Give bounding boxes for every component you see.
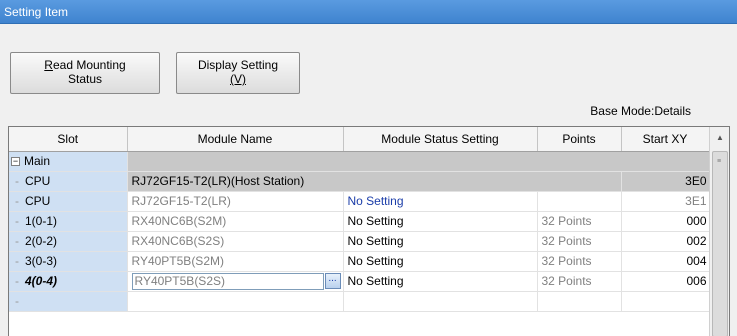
slot-label: 4(0-4) <box>25 274 58 288</box>
empty-cell[interactable] <box>127 291 344 312</box>
slot-cell: - CPU <box>9 171 128 192</box>
points-cell[interactable]: 32 Points <box>537 231 622 252</box>
display-setting-button[interactable]: Display Setting (V) <box>176 52 300 94</box>
slot-label: CPU <box>25 194 51 208</box>
slot-cell: -4(0-4) <box>9 271 128 292</box>
slot-label: 2(0-2) <box>25 234 58 248</box>
tree-line-icon: - <box>15 234 19 248</box>
module-name-cell[interactable]: RX40NC6B(S2S) <box>127 231 344 252</box>
module-status-cell[interactable]: No Setting <box>343 251 538 272</box>
module-status-cell[interactable]: No Setting <box>343 211 538 232</box>
table-row-empty[interactable]: - <box>9 291 710 312</box>
start-xy-cell[interactable]: 006 <box>621 271 710 292</box>
start-xy-cell[interactable]: 3E1 <box>621 191 710 212</box>
tree-line-icon: - <box>15 294 19 308</box>
module-name-edit-cell[interactable]: RY40PT5B(S2S) ... <box>127 271 344 292</box>
display-setting-label-line2: (V) <box>230 72 246 86</box>
column-header-points[interactable]: Points <box>537 127 622 152</box>
tree-line-icon: - <box>15 274 19 288</box>
module-grid: Slot Module Name Module Status Setting P… <box>8 126 730 336</box>
group-fill <box>127 151 710 172</box>
slot-cell: - <box>9 291 128 312</box>
start-xy-cell[interactable]: 3E0 <box>621 171 710 192</box>
slot-cell: -1(0-1) <box>9 211 128 232</box>
module-table: Slot Module Name Module Status Setting P… <box>9 127 710 312</box>
table-row[interactable]: -2(0-2) RX40NC6B(S2S) No Setting 32 Poin… <box>9 231 710 252</box>
module-name-field[interactable]: RY40PT5B(S2S) <box>131 272 324 290</box>
slot-label: 3(0-3) <box>25 254 58 268</box>
points-cell[interactable]: 32 Points <box>537 271 622 292</box>
empty-cell[interactable] <box>621 291 710 312</box>
points-cell[interactable] <box>537 191 622 212</box>
module-status-cell[interactable]: No Setting <box>343 231 538 252</box>
base-mode-label: Base Mode:Details <box>590 104 691 118</box>
module-status-cell[interactable]: No Setting <box>343 271 538 292</box>
browse-ellipsis-button[interactable]: ... <box>324 272 341 289</box>
empty-cell[interactable] <box>537 291 622 312</box>
start-xy-cell[interactable]: 002 <box>621 231 710 252</box>
empty-cell[interactable] <box>343 291 538 312</box>
module-name-cell[interactable]: RX40NC6B(S2M) <box>127 211 344 232</box>
slot-cell: -2(0-2) <box>9 231 128 252</box>
scroll-grip-icon: ≡ <box>717 158 722 165</box>
toolbar: Read Mounting Status Display Setting (V)… <box>0 24 737 124</box>
points-cell[interactable]: 32 Points <box>537 251 622 272</box>
slot-cell: - CPU <box>9 191 128 212</box>
column-header-slot[interactable]: Slot <box>9 127 128 152</box>
column-header-start-xy[interactable]: Start XY <box>621 127 710 152</box>
group-label: Main <box>24 154 51 168</box>
group-cell-main[interactable]: − Main <box>9 151 128 172</box>
module-name-cell[interactable]: RY40PT5B(S2M) <box>127 251 344 272</box>
table-row-selected[interactable]: -4(0-4) RY40PT5B(S2S) ... No Setting 32 … <box>9 271 710 292</box>
read-mounting-status-button[interactable]: Read Mounting Status <box>10 52 160 94</box>
module-name-cell[interactable]: RJ72GF15-T2(LR)(Host Station) <box>127 171 622 192</box>
table-row[interactable]: -3(0-3) RY40PT5B(S2M) No Setting 32 Poin… <box>9 251 710 272</box>
panel-title-text: Setting Item <box>4 5 69 19</box>
read-mounting-label-rest: ead Mounting <box>52 58 126 72</box>
tree-line-icon: - <box>15 194 19 208</box>
tree-line-icon: - <box>15 214 19 228</box>
points-cell[interactable]: 32 Points <box>537 211 622 232</box>
start-xy-cell[interactable]: 004 <box>621 251 710 272</box>
scroll-up-arrow-icon[interactable]: ▲ <box>712 129 728 147</box>
slot-label: 1(0-1) <box>25 214 58 228</box>
read-mounting-status-label-line1: Read Mounting <box>11 58 159 72</box>
group-row-main[interactable]: − Main <box>9 151 710 172</box>
module-status-cell[interactable]: No Setting <box>343 191 538 212</box>
tree-line-icon: - <box>15 174 19 188</box>
panel-title: Setting Item <box>0 0 737 24</box>
read-mounting-status-label-line2: Status <box>67 72 103 86</box>
start-xy-cell[interactable]: 000 <box>621 211 710 232</box>
vertical-scrollbar[interactable]: ▲ ≡ <box>709 127 729 336</box>
table-row[interactable]: -1(0-1) RX40NC6B(S2M) No Setting 32 Poin… <box>9 211 710 232</box>
column-header-module-name[interactable]: Module Name <box>127 127 344 152</box>
read-mounting-mnemonic: R <box>44 58 53 72</box>
display-setting-label-line1: Display Setting <box>197 58 279 72</box>
slot-cell: -3(0-3) <box>9 251 128 272</box>
table-row[interactable]: - CPU RJ72GF15-T2(LR) No Setting 3E1 <box>9 191 710 212</box>
collapse-icon[interactable]: − <box>11 157 20 167</box>
scroll-thumb[interactable]: ≡ <box>712 151 728 336</box>
table-row[interactable]: - CPU RJ72GF15-T2(LR)(Host Station) 3E0 <box>9 171 710 192</box>
tree-line-icon: - <box>15 254 19 268</box>
module-name-cell[interactable]: RJ72GF15-T2(LR) <box>127 191 344 212</box>
slot-label: CPU <box>25 174 51 188</box>
column-header-module-status-setting[interactable]: Module Status Setting <box>343 127 538 152</box>
header-row: Slot Module Name Module Status Setting P… <box>9 127 710 152</box>
